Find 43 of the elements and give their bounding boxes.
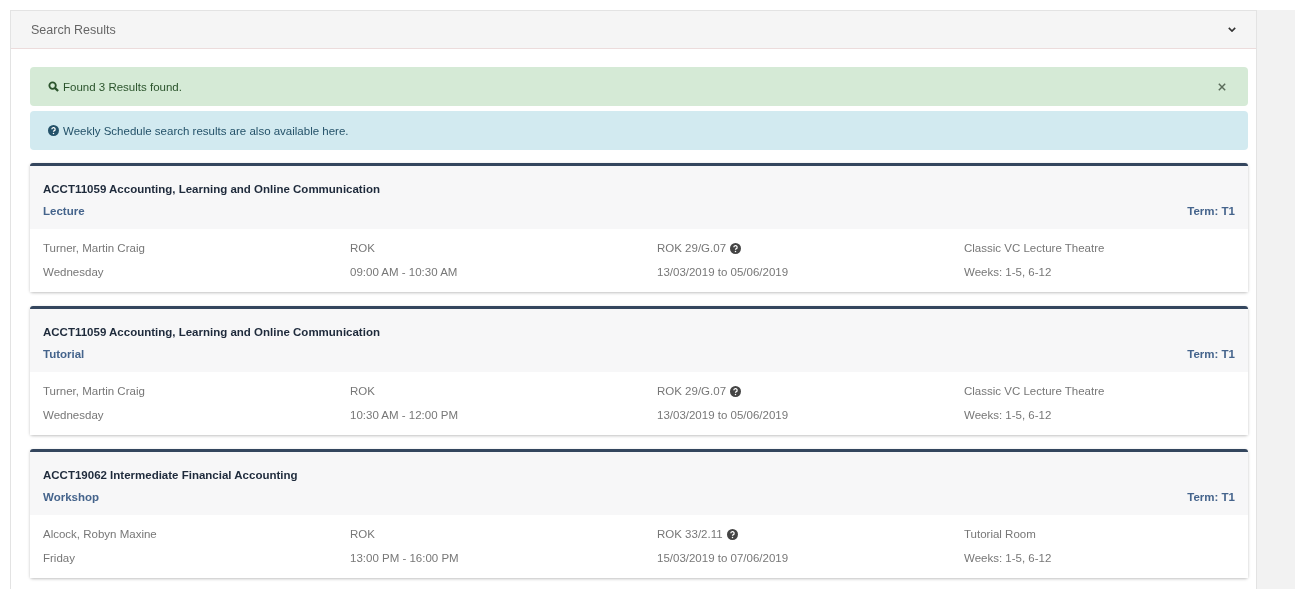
term-label: Term: T1 bbox=[1187, 491, 1235, 503]
day-label: Wednesday bbox=[43, 409, 105, 421]
class-type: Tutorial bbox=[43, 348, 85, 360]
panel-title: Search Results bbox=[31, 22, 116, 37]
venue-name: Classic VC Lecture Theatre bbox=[964, 385, 1106, 397]
instructor-name: Turner, Martin Craig bbox=[43, 385, 146, 397]
date-range: 15/03/2019 to 07/06/2019 bbox=[657, 552, 790, 564]
day-label: Wednesday bbox=[43, 266, 105, 278]
room-code: ROK 29/G.07 bbox=[657, 385, 727, 397]
class-type: Workshop bbox=[43, 491, 99, 503]
day-label: Friday bbox=[43, 552, 76, 564]
campus-code: ROK bbox=[350, 385, 376, 397]
search-icon bbox=[48, 81, 59, 92]
campus-code: ROK bbox=[350, 528, 376, 540]
venue-name: Classic VC Lecture Theatre bbox=[964, 242, 1106, 254]
venue-name: Tutorial Room bbox=[964, 528, 1037, 540]
date-range: 13/03/2019 to 05/06/2019 bbox=[657, 266, 790, 278]
campus-code: ROK bbox=[350, 242, 376, 254]
instructor-name: Alcock, Robyn Maxine bbox=[43, 528, 158, 540]
question-circle-icon[interactable] bbox=[730, 242, 742, 254]
course-title: ACCT19062 Intermediate Financial Accounting bbox=[43, 469, 299, 481]
close-icon[interactable] bbox=[1218, 82, 1226, 91]
time-range: 10:30 AM - 12:00 PM bbox=[350, 409, 460, 421]
time-range: 09:00 AM - 10:30 AM bbox=[350, 266, 459, 278]
question-circle-icon[interactable] bbox=[726, 528, 738, 540]
room-code: ROK 29/G.07 bbox=[657, 242, 727, 254]
time-range: 13:00 PM - 16:00 PM bbox=[350, 552, 460, 564]
course-title: ACCT11059 Accounting, Learning and Online Communication bbox=[43, 326, 381, 338]
weeks-label: Weeks: 1-5, 6-12 bbox=[964, 552, 1053, 564]
weeks-label: Weeks: 1-5, 6-12 bbox=[964, 266, 1053, 278]
class-type: Lecture bbox=[43, 205, 85, 217]
date-range: 13/03/2019 to 05/06/2019 bbox=[657, 409, 790, 421]
weeks-label: Weeks: 1-5, 6-12 bbox=[964, 409, 1053, 421]
alert-message: Weekly Schedule search results are also available here. bbox=[63, 124, 350, 137]
collapse-chevron-icon[interactable] bbox=[1228, 27, 1236, 32]
room-code: ROK 33/2.11 bbox=[657, 528, 723, 540]
course-title: ACCT11059 Accounting, Learning and Online Communication bbox=[43, 183, 381, 195]
question-circle-icon[interactable] bbox=[730, 385, 742, 397]
term-label: Term: T1 bbox=[1187, 205, 1235, 217]
question-circle-icon bbox=[48, 125, 59, 136]
instructor-name: Turner, Martin Craig bbox=[43, 242, 146, 254]
alert-message: Found 3 Results found. bbox=[63, 80, 183, 93]
term-label: Term: T1 bbox=[1187, 348, 1235, 360]
